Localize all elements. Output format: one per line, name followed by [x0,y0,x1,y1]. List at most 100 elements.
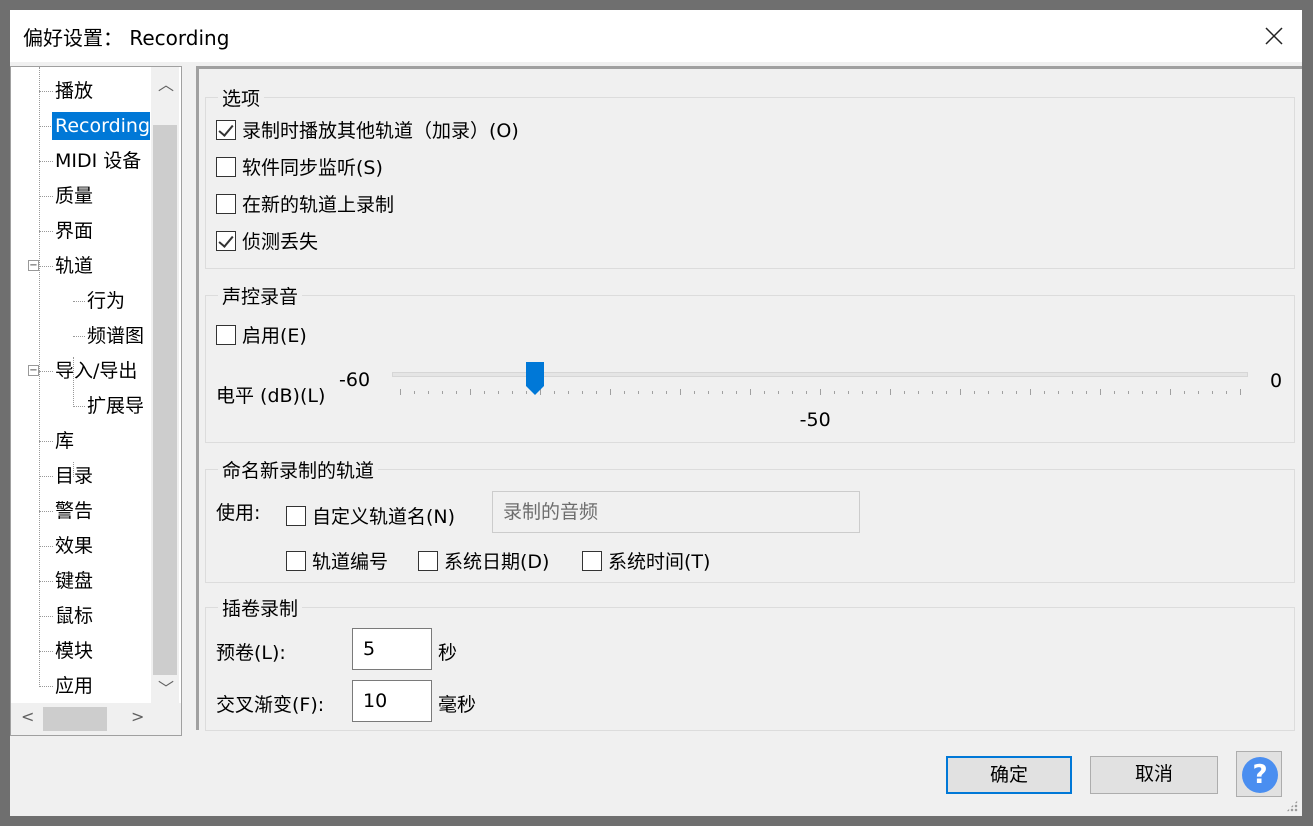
preroll-input[interactable]: 5 [352,628,432,670]
tree-item[interactable]: 库 [55,427,74,455]
slider-tick [1016,391,1017,394]
tree-connector [39,581,53,582]
cancel-button[interactable]: 取消 [1090,756,1218,794]
use-label: 使用: [216,502,261,524]
scrollbar-thumb[interactable] [153,125,177,675]
punch-recording-group: 插卷录制 预卷(L): 5 秒 交叉渐变(F): 10 毫秒 [205,594,1295,731]
tree-item[interactable]: 应用 [55,672,93,700]
checkbox[interactable] [216,193,236,214]
tree-horizontal-scrollbar[interactable]: < > [11,703,181,735]
help-button[interactable]: ? [1236,751,1282,797]
tree-item[interactable]: 鼠标 [55,602,93,630]
checkbox-label: 自定义轨道名(N) [312,506,456,528]
tree-item[interactable]: 界面 [55,217,93,245]
crossfade-unit: 毫秒 [438,694,477,716]
tree-vertical-scrollbar[interactable]: ︿ ﹀ [151,67,179,703]
scroll-left-icon[interactable]: < [21,707,34,726]
level-slider[interactable] [392,362,1248,408]
option-checkbox[interactable]: 软件同步监听(S) [216,153,383,180]
tree-item[interactable]: 频谱图 [87,322,144,350]
system-date-checkbox[interactable]: 系统日期(D) [418,547,549,574]
resize-grip-icon[interactable] [1286,800,1298,812]
slider-tick [1002,391,1003,394]
checkbox[interactable] [286,550,306,571]
tree-connector [39,511,53,512]
collapse-icon[interactable]: − [28,365,39,376]
slider-tick [554,391,555,394]
recording-settings-panel: 选项 录制时播放其他轨道（加录）(O) 软件同步监听(S) 在新的轨道上录制 侦测丢失… [196,66,1302,731]
checkbox[interactable] [216,119,236,140]
slider-tick [1240,389,1241,395]
checkbox[interactable] [582,550,602,571]
crossfade-input[interactable]: 10 [352,680,432,722]
slider-tick [1058,391,1059,394]
voice-enable-checkbox[interactable]: 启用(E) [216,321,307,348]
slider-tick [1198,391,1199,394]
checkbox[interactable] [216,230,236,251]
tree-item[interactable]: 效果 [55,532,93,560]
tree-item[interactable]: 导入/导出 [55,357,137,385]
tree-connector [39,686,53,687]
tree-item[interactable]: 质量 [55,182,93,210]
tree-item[interactable]: 目录 [55,462,93,490]
slider-tick [974,391,975,394]
ok-button[interactable]: 确定 [946,756,1072,794]
system-time-checkbox[interactable]: 系统时间(T) [582,547,710,574]
custom-track-name-input[interactable]: 录制的音频 [492,491,860,533]
slider-max-label: 0 [1270,370,1283,392]
slider-tick [582,391,583,394]
slider-tick [988,391,989,394]
slider-tick [1100,389,1101,395]
scroll-up-icon[interactable]: ︿ [158,71,174,95]
checkbox[interactable] [286,505,306,526]
option-checkbox[interactable]: 录制时播放其他轨道（加录）(O) [216,116,519,143]
slider-tick [442,391,443,394]
tree-connector [39,441,53,442]
tree-item[interactable]: 警告 [55,497,93,525]
checkbox[interactable] [216,156,236,177]
tree-connector [73,406,85,407]
crossfade-label: 交叉渐变(F): [216,694,325,716]
checkbox[interactable] [216,324,236,345]
slider-thumb[interactable] [525,362,545,396]
tree-item[interactable]: 播放 [55,77,93,105]
scrollbar-thumb[interactable] [43,707,107,731]
scroll-right-icon[interactable]: > [131,707,144,726]
close-icon[interactable] [1260,22,1288,50]
options-group: 选项 录制时播放其他轨道（加录）(O) 软件同步监听(S) 在新的轨道上录制 侦测丢失 [205,84,1295,269]
tree-item[interactable]: MIDI 设备 [55,147,141,175]
preferences-dialog: 偏好设置： Recording 播放 Recording MIDI 设备 质量 界面 − 轨… [10,10,1302,816]
checkbox[interactable] [418,550,438,571]
slider-tick [736,391,737,394]
collapse-icon[interactable]: − [28,260,39,271]
checkbox-label: 软件同步监听(S) [242,157,383,179]
option-checkbox[interactable]: 侦测丢失 [216,227,318,254]
tree-connector [39,546,53,547]
slider-tick [848,391,849,394]
custom-track-name-checkbox[interactable]: 自定义轨道名(N) [286,502,455,529]
slider-tick [834,391,835,394]
group-title: 插卷录制 [218,594,303,621]
tree-item[interactable]: 轨道 [55,252,93,280]
slider-tick [708,391,709,394]
tree-item[interactable]: 模块 [55,637,93,665]
slider-tick [722,391,723,394]
category-tree[interactable]: 播放 Recording MIDI 设备 质量界面 − 轨道行为频谱图 − 导入/导出扩展导库… [10,66,182,736]
checkbox-label: 系统日期(D) [444,551,550,573]
tree-connector [39,476,53,477]
group-title: 命名新录制的轨道 [218,456,379,483]
slider-tick [932,391,933,394]
slider-tick [820,389,821,395]
tree-item[interactable]: Recording [52,112,150,140]
slider-tick [680,389,681,395]
tree-item[interactable]: 键盘 [55,567,93,595]
scroll-down-icon[interactable]: ﹀ [158,675,174,699]
tree-item[interactable]: 扩展导 [87,392,144,420]
tree-connector [39,126,53,127]
help-icon: ? [1242,757,1278,793]
slider-track [392,372,1248,377]
track-number-checkbox[interactable]: 轨道编号 [286,547,388,574]
tree-item[interactable]: 行为 [87,287,125,315]
checkbox-label: 录制时播放其他轨道（加录）(O) [242,120,519,142]
option-checkbox[interactable]: 在新的轨道上录制 [216,190,394,217]
